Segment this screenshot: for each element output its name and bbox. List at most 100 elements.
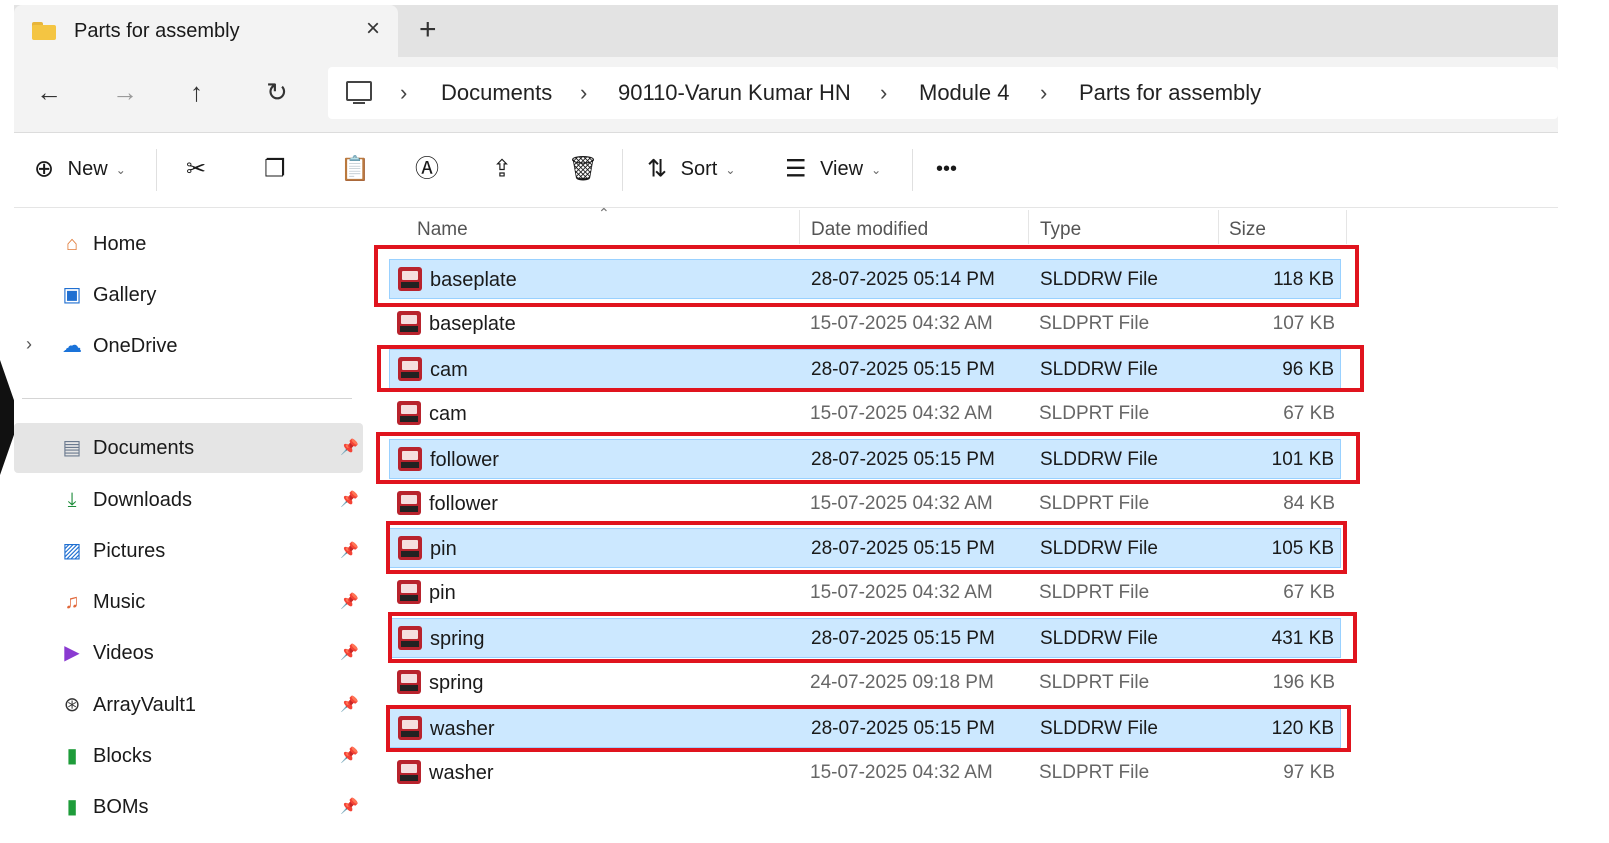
sidebar-item-gallery[interactable]: ▣ Gallery <box>14 270 363 320</box>
sidebar-item-boms[interactable]: ▮ BOMs 📌 <box>14 782 363 832</box>
sidebar-item-videos[interactable]: ▶ Videos 📌 <box>14 628 363 678</box>
file-name: spring <box>430 628 485 650</box>
sidebar-item-label: Documents <box>93 437 195 459</box>
tab-parts-for-assembly[interactable]: Parts for assembly × <box>14 5 398 57</box>
file-name: pin <box>430 538 457 560</box>
rename-button[interactable]: Ⓐ <box>415 155 439 184</box>
file-size: 196 KB <box>1272 672 1335 693</box>
file-row[interactable]: pin 15-07-2025 04:32 AM SLDPRT File 67 K… <box>389 573 1341 613</box>
sidebar-item-label: Gallery <box>93 284 157 306</box>
cut-button[interactable]: ✂ <box>186 155 206 184</box>
file-size: 431 KB <box>1271 628 1334 649</box>
home-icon: ⌂ <box>65 233 79 255</box>
file-name: follower <box>430 449 499 471</box>
breadcrumb-current[interactable]: Parts for assembly <box>1079 79 1261 107</box>
sidebar-item-home[interactable]: ⌂ Home <box>14 219 363 269</box>
sidebar-item-label: Pictures <box>93 540 166 562</box>
file-row[interactable]: follower 28-07-2025 05:15 PM SLDDRW File… <box>389 439 1341 479</box>
breadcrumb-separator[interactable]: › <box>1040 79 1047 107</box>
back-button[interactable]: ← <box>36 77 62 107</box>
cut-icon: ✂ <box>186 155 207 183</box>
plus-circle-icon: ⊕ <box>34 155 55 183</box>
file-row[interactable]: cam 28-07-2025 05:15 PM SLDDRW File 96 K… <box>389 349 1341 389</box>
file-size: 118 KB <box>1273 269 1334 290</box>
sidebar-item-onedrive[interactable]: › ☁ OneDrive <box>14 321 363 371</box>
file-date: 24-07-2025 09:18 PM <box>810 672 994 693</box>
file-size: 101 KB <box>1271 449 1334 470</box>
file-row[interactable]: cam 15-07-2025 04:32 AM SLDPRT File 67 K… <box>389 394 1341 434</box>
column-divider[interactable] <box>1028 210 1029 244</box>
breadcrumb-module-4[interactable]: Module 4 <box>919 79 1010 107</box>
column-divider[interactable] <box>799 210 800 244</box>
chevron-right-icon[interactable]: › <box>26 334 32 355</box>
refresh-button[interactable]: ↻ <box>266 77 288 107</box>
up-button[interactable]: ↑ <box>190 77 203 107</box>
file-row[interactable]: spring 28-07-2025 05:15 PM SLDDRW File 4… <box>389 618 1341 658</box>
forward-button[interactable]: → <box>112 77 138 107</box>
sidebar-item-pictures[interactable]: ▨ Pictures 📌 <box>14 526 363 576</box>
sort-button[interactable]: ⇅ Sort ⌄ <box>647 155 735 184</box>
file-list: ⌃ Name Date modified Type Size baseplate… <box>367 205 1558 843</box>
sidebar-item-documents[interactable]: ▤ Documents 📌 <box>14 423 363 473</box>
divider <box>622 149 623 191</box>
pin-icon: 📌 <box>340 798 359 815</box>
sidebar-item-downloads[interactable]: ⤓ Downloads 📌 <box>14 475 363 525</box>
solidworks-part-icon <box>397 401 421 425</box>
file-row[interactable]: pin 28-07-2025 05:15 PM SLDDRW File 105 … <box>389 528 1341 568</box>
breadcrumb-separator[interactable]: › <box>580 79 587 107</box>
sidebar-item-label: Music <box>93 591 146 613</box>
sidebar-item-blocks[interactable]: ▮ Blocks 📌 <box>14 731 363 781</box>
close-tab-icon[interactable]: × <box>366 17 380 41</box>
sidebar-item-label: OneDrive <box>93 335 178 357</box>
file-type: SLDPRT File <box>1039 762 1150 783</box>
solidworks-drawing-icon <box>398 267 422 291</box>
column-header-name[interactable]: Name <box>417 218 468 242</box>
music-icon: ♫ <box>64 591 80 613</box>
breadcrumb-user-folder[interactable]: 90110-Varun Kumar HN <box>618 79 851 107</box>
file-date: 28-07-2025 05:15 PM <box>811 628 995 649</box>
book-icon: ▮ <box>66 745 78 767</box>
file-size: 96 KB <box>1282 359 1334 380</box>
sidebar-item-arrayvault1[interactable]: ⊛ ArrayVault1 📌 <box>14 680 363 730</box>
sidebar-item-label: Downloads <box>93 489 192 511</box>
breadcrumb-documents[interactable]: Documents <box>441 79 552 107</box>
view-button[interactable]: ☰ View ⌄ <box>785 155 881 184</box>
videos-icon: ▶ <box>64 642 80 664</box>
left-edge-decoration <box>0 360 14 475</box>
file-date: 15-07-2025 04:32 AM <box>810 762 993 783</box>
column-header-type[interactable]: Type <box>1040 218 1081 242</box>
column-divider[interactable] <box>1218 210 1219 244</box>
file-size: 120 KB <box>1271 718 1334 739</box>
column-divider[interactable] <box>1346 210 1347 244</box>
address-bar[interactable]: › Documents › 90110-Varun Kumar HN › Mod… <box>328 67 1558 119</box>
share-button[interactable]: ⇪ <box>492 155 512 184</box>
pin-icon: 📌 <box>340 439 359 456</box>
breadcrumb-separator[interactable]: › <box>880 79 887 107</box>
file-row[interactable]: washer 28-07-2025 05:15 PM SLDDRW File 1… <box>389 708 1341 748</box>
file-row[interactable]: baseplate 15-07-2025 04:32 AM SLDPRT Fil… <box>389 304 1341 344</box>
pin-icon: 📌 <box>340 747 359 764</box>
column-header-size[interactable]: Size <box>1229 218 1266 242</box>
file-date: 28-07-2025 05:15 PM <box>811 359 995 380</box>
file-size: 67 KB <box>1283 403 1335 424</box>
file-row[interactable]: baseplate 28-07-2025 05:14 PM SLDDRW Fil… <box>389 259 1341 299</box>
new-tab-button[interactable]: + <box>419 15 437 45</box>
breadcrumb-separator[interactable]: › <box>400 79 407 107</box>
file-type: SLDDRW File <box>1040 269 1158 290</box>
book-icon: ▮ <box>66 796 78 818</box>
sidebar-item-music[interactable]: ♫ Music 📌 <box>14 577 363 627</box>
more-options-button[interactable]: ••• <box>936 155 957 183</box>
file-date: 15-07-2025 04:32 AM <box>810 582 993 603</box>
copy-button[interactable]: ❐ <box>264 155 286 184</box>
file-row[interactable]: spring 24-07-2025 09:18 PM SLDPRT File 1… <box>389 663 1341 703</box>
paste-button[interactable]: 📋 <box>340 155 370 184</box>
file-row[interactable]: washer 15-07-2025 04:32 AM SLDPRT File 9… <box>389 753 1341 793</box>
divider <box>912 149 913 191</box>
file-type: SLDPRT File <box>1039 403 1150 424</box>
delete-button[interactable]: 🗑 <box>568 155 598 184</box>
new-button[interactable]: ⊕ New ⌄ <box>34 155 126 184</box>
column-header-date[interactable]: Date modified <box>811 218 928 242</box>
file-date: 15-07-2025 04:32 AM <box>810 313 993 334</box>
file-row[interactable]: follower 15-07-2025 04:32 AM SLDPRT File… <box>389 484 1341 524</box>
this-pc-icon[interactable] <box>346 81 372 104</box>
